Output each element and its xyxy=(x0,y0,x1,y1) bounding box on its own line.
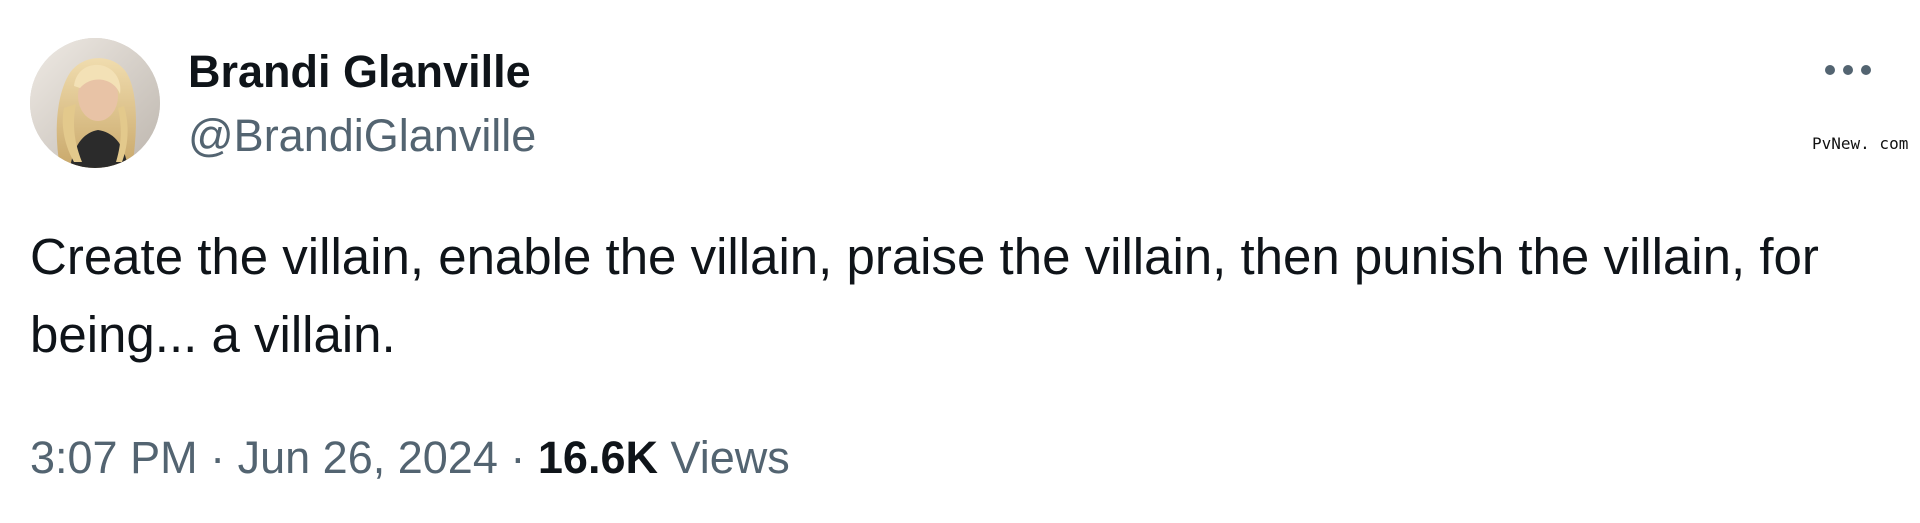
meta-separator: · xyxy=(510,432,526,483)
profile-photo-icon xyxy=(30,38,160,168)
author-display-name[interactable]: Brandi Glanville xyxy=(188,44,531,100)
tweet-time[interactable]: 3:07 PM xyxy=(30,432,198,483)
views-label[interactable]: Views xyxy=(671,432,790,483)
tweet-date[interactable]: Jun 26, 2024 xyxy=(238,432,498,483)
more-options-button[interactable] xyxy=(1818,48,1878,92)
tweet-text: Create the villain, enable the villain, … xyxy=(30,228,1819,363)
views-count[interactable]: 16.6K xyxy=(538,432,658,483)
tweet-card: Brandi Glanville @BrandiGlanville PvNew.… xyxy=(0,0,1920,523)
meta-separator: · xyxy=(210,432,226,483)
watermark: PvNew. com xyxy=(1812,134,1909,153)
author-handle[interactable]: @BrandiGlanville xyxy=(188,108,536,164)
avatar[interactable] xyxy=(30,38,160,168)
more-horizontal-icon xyxy=(1825,65,1871,75)
tweet-meta: 3:07 PM · Jun 26, 2024 · 16.6K Views xyxy=(30,428,790,488)
